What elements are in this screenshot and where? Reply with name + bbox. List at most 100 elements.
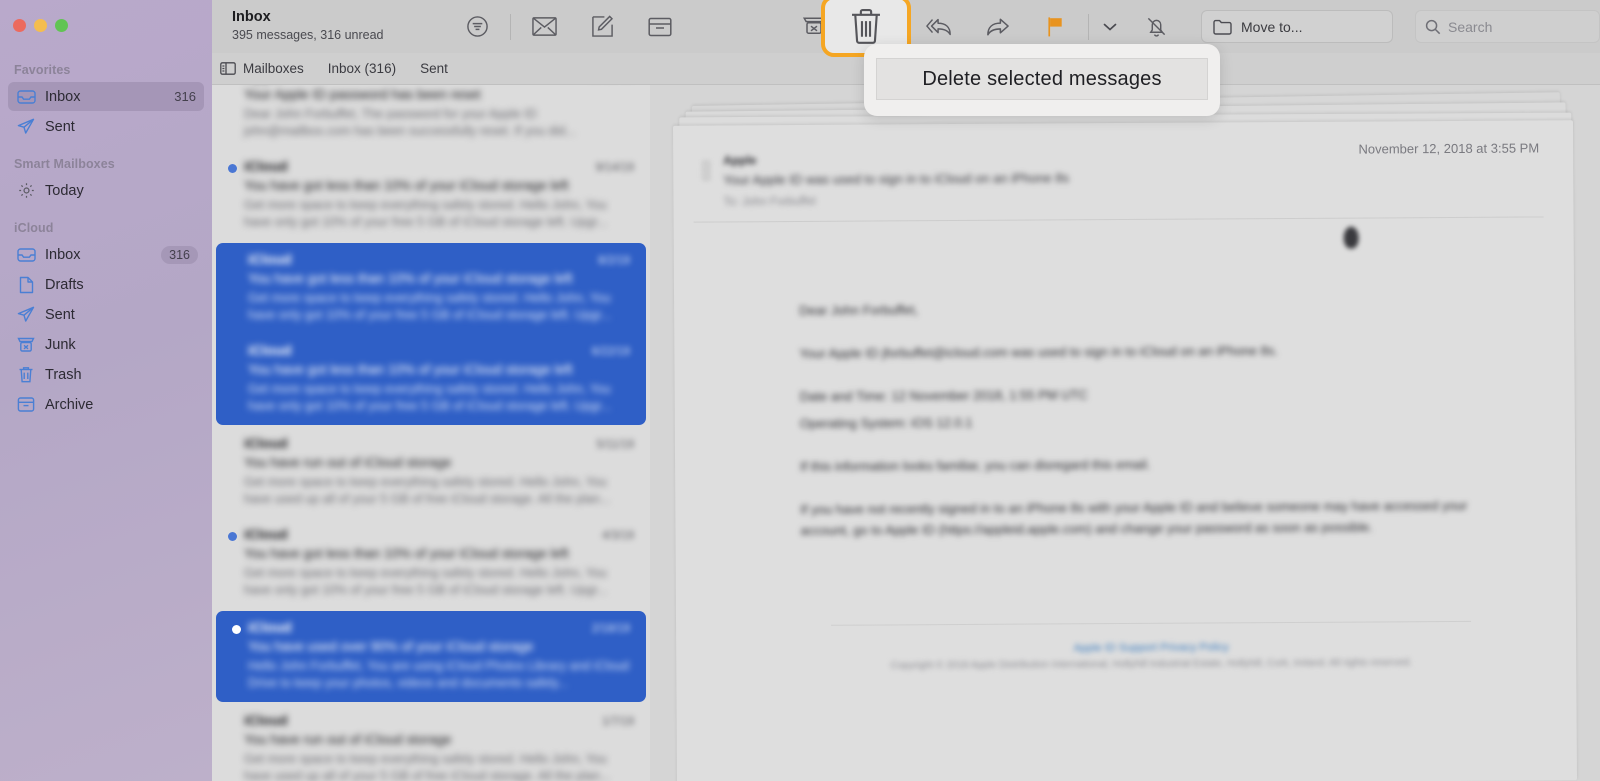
message-from: Apple [723, 153, 757, 168]
search-input[interactable]: Search [1415, 10, 1600, 43]
message-date: 4/3/19 [602, 530, 634, 542]
message-preview: Get more space to keep everything safely… [244, 475, 611, 506]
junk-bin-icon [14, 336, 38, 354]
message-preview: Get more space to keep everything safely… [248, 382, 612, 413]
selected-message-group[interactable]: iCloud 2/18/19 You have used over 90% of… [216, 611, 646, 702]
tooltip-text: Delete selected messages [876, 58, 1208, 100]
message-sender: iCloud [248, 619, 292, 635]
toolbar-divider [1088, 13, 1089, 40]
tab-inbox[interactable]: Inbox (316) [328, 61, 396, 76]
table-row[interactable]: iCloud 9/14/19 You have got less than 10… [214, 150, 648, 241]
body-paragraph: If you have not recently signed in to an… [800, 497, 1468, 538]
message-subject: You have got less than 10% of your iClou… [248, 271, 573, 286]
archive-icon[interactable] [640, 7, 680, 47]
table-row[interactable]: iCloud 5/11/19 You have run out of iClou… [214, 427, 648, 518]
unread-dot-icon [232, 625, 241, 634]
sidebar-item-sent-favorite[interactable]: Sent [8, 112, 204, 141]
message-subject: You have got less than 10% of your iClou… [244, 546, 569, 561]
body-paragraph: If this information looks familiar, you … [800, 456, 1151, 474]
sidebar-item-sent-icloud[interactable]: Sent [8, 300, 204, 329]
message-subject: Your Apple ID password has been reset [244, 87, 481, 102]
sidebar-item-label: Junk [45, 336, 76, 353]
message-header: Apple Your Apple ID was used to sign in … [701, 150, 1321, 209]
sidebar-item-label: Inbox [45, 88, 81, 105]
sidebar-section-favorites: Favorites [14, 63, 71, 77]
sidebar-item-archive[interactable]: Archive [8, 390, 204, 419]
mail-app-window: Favorites Inbox 316 Sent Smart Mailboxes [0, 0, 1600, 781]
brand-logo [1343, 226, 1359, 249]
message-subject: You have got less than 10% of your iClou… [248, 362, 573, 377]
minimize-window-button[interactable] [34, 19, 47, 32]
move-to-button[interactable]: Move to... [1201, 10, 1393, 43]
chevron-down-icon[interactable] [1099, 7, 1121, 47]
tab-label: Mailboxes [243, 61, 304, 76]
message-subject: You have used over 90% of your iCloud st… [248, 639, 534, 654]
filter-icon[interactable] [457, 7, 497, 47]
body-paragraph: Dear John Forbuffet, [799, 302, 919, 318]
table-row[interactable]: iCloud 1/7/19 You have run out of iCloud… [214, 704, 648, 781]
sidebar-item-label: Drafts [45, 276, 84, 293]
table-row[interactable]: Apple 10/25/19 Your Apple ID password ha… [214, 85, 648, 150]
message-paper-stack: November 12, 2018 at 3:55 PM Apple Your … [672, 92, 1578, 781]
tab-label: Inbox (316) [327, 61, 397, 76]
sidebar-item-label: Trash [45, 366, 82, 383]
footer-links[interactable]: Apple ID Support Privacy Policy [801, 640, 1501, 656]
trash-icon [14, 366, 38, 384]
message-sender: iCloud [244, 158, 288, 174]
body-paragraph: Operating System: iOS 12.0.1 [799, 414, 973, 431]
message-subject: You have got less than 10% of your iClou… [244, 178, 569, 193]
body-paragraph: Your Apple ID jforbuffet@icloud.com was … [799, 343, 1279, 361]
sidebar: Favorites Inbox 316 Sent Smart Mailboxes [0, 0, 212, 781]
search-placeholder: Search [1448, 18, 1493, 35]
message-sender: iCloud [248, 342, 292, 358]
sidebar-item-today[interactable]: Today [8, 176, 204, 205]
message-subject: You have run out of iCloud storage [244, 732, 452, 747]
message-date: 8/2/19 [598, 255, 630, 267]
sidebar-section-smart-mailboxes: Smart Mailboxes [14, 157, 115, 171]
page-title: Inbox [232, 9, 271, 25]
tab-sent[interactable]: Sent [420, 61, 448, 76]
message-count-status: 395 messages, 316 unread [232, 28, 384, 42]
message-subject: You have run out of iCloud storage [244, 455, 452, 470]
flag-icon[interactable] [1035, 7, 1075, 47]
tab-mailboxes[interactable]: Mailboxes [220, 61, 304, 76]
close-window-button[interactable] [13, 19, 26, 32]
reply-all-icon[interactable] [919, 7, 959, 47]
sidebar-item-inbox-favorite[interactable]: Inbox 316 [8, 82, 204, 111]
table-row[interactable]: iCloud 4/3/19 You have got less than 10%… [214, 518, 648, 609]
sidebar-item-label: Sent [45, 118, 75, 135]
move-to-label: Move to... [1241, 18, 1303, 35]
message-sender: iCloud [244, 435, 288, 451]
mailbox-header: Inbox 395 messages, 316 unread [212, 9, 448, 44]
divider [831, 620, 1472, 626]
message-list[interactable]: Apple 10/25/19 Your Apple ID password ha… [212, 85, 650, 781]
message-preview: Get more space to keep everything safely… [248, 291, 612, 322]
message-date: 9/14/19 [595, 162, 634, 174]
table-row[interactable]: iCloud 2/18/19 You have used over 90% of… [218, 611, 644, 702]
sidebar-item-label: Sent [45, 306, 75, 323]
message-timestamp: November 12, 2018 at 3:55 PM [1358, 140, 1540, 157]
selected-message-group[interactable]: iCloud 8/2/19 You have got less than 10%… [216, 243, 646, 425]
folder-icon [1213, 19, 1232, 35]
sidebar-item-drafts[interactable]: Drafts [8, 270, 204, 299]
document-icon [14, 276, 38, 294]
footer-copyright: Copyright © 2018 Apple Distribution Inte… [890, 657, 1413, 672]
sidebar-item-junk[interactable]: Junk [8, 330, 204, 359]
message-date: 1/7/19 [602, 716, 634, 728]
message-date: 6/22/19 [591, 346, 630, 358]
toolbar-divider [510, 13, 511, 40]
table-row[interactable]: iCloud 8/2/19 You have got less than 10%… [218, 243, 644, 334]
sidebar-item-inbox-icloud[interactable]: Inbox 316 [8, 240, 204, 269]
sidebar-item-trash[interactable]: Trash [8, 360, 204, 389]
reading-pane[interactable]: November 12, 2018 at 3:55 PM Apple Your … [650, 85, 1600, 781]
table-row[interactable]: iCloud 6/22/19 You have got less than 10… [218, 334, 644, 425]
divider [693, 216, 1544, 223]
mute-bell-icon[interactable] [1136, 7, 1176, 47]
compose-icon[interactable] [582, 7, 622, 47]
window-traffic-lights [13, 19, 68, 32]
zoom-window-button[interactable] [55, 19, 68, 32]
unread-dot-icon [228, 164, 237, 173]
tab-label: Sent [420, 61, 448, 76]
mark-unread-envelope-icon[interactable] [524, 7, 564, 47]
forward-icon[interactable] [977, 7, 1017, 47]
